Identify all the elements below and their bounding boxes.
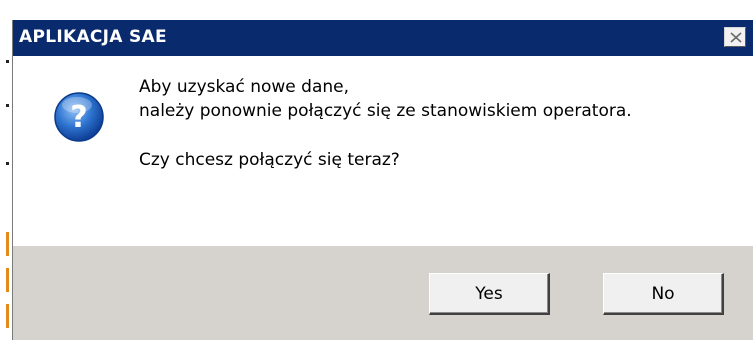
background-mark — [6, 232, 9, 256]
message-line-1: Aby uzyskać nowe dane, — [139, 77, 350, 97]
background-window-edge — [0, 0, 12, 340]
background-mark — [6, 104, 9, 107]
dialog-content: ? Aby uzyskać nowe dane, należy ponownie… — [13, 56, 753, 246]
close-button[interactable] — [724, 27, 746, 47]
background-mark — [6, 162, 9, 165]
message-line-2: należy ponownie połączyć się ze stanowis… — [139, 101, 632, 121]
yes-button[interactable]: Yes — [429, 273, 550, 315]
no-button[interactable]: No — [603, 273, 724, 315]
dialog-titlebar[interactable]: APLIKACJA SAE — [13, 20, 753, 56]
message-dialog: APLIKACJA SAE ? Aby uzyskać nowe dane, n… — [12, 20, 753, 340]
svg-text:?: ? — [70, 100, 87, 135]
background-mark — [6, 60, 9, 63]
question-icon: ? — [54, 92, 104, 142]
close-icon — [730, 32, 742, 43]
background-mark — [6, 268, 9, 292]
background-window-strip — [0, 0, 753, 20]
question-text: Czy chcesz połączyć się teraz? — [139, 150, 400, 170]
dialog-title: APLIKACJA SAE — [19, 27, 167, 47]
dialog-button-bar: Yes No — [13, 246, 753, 340]
background-mark — [6, 304, 9, 328]
